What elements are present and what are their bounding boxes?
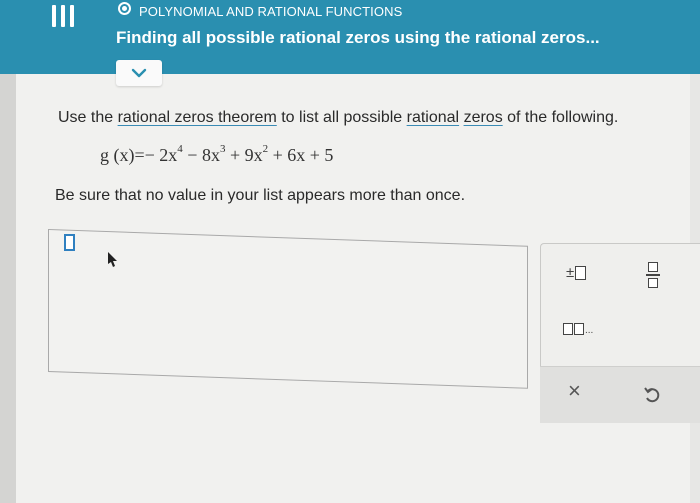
- undo-key[interactable]: [642, 385, 662, 405]
- clear-key[interactable]: ×: [568, 378, 581, 404]
- zeros-link[interactable]: zeros: [464, 109, 503, 126]
- list-key[interactable]: ...: [563, 323, 593, 336]
- rational-zeros-theorem-link[interactable]: rational zeros theorem: [118, 109, 277, 126]
- expand-title-button[interactable]: [116, 60, 162, 86]
- uniqueness-note: Be sure that no value in your list appea…: [55, 187, 466, 204]
- left-strip: [0, 74, 16, 503]
- answer-input-box[interactable]: [48, 229, 528, 389]
- rational-link[interactable]: rational: [407, 109, 459, 126]
- chevron-down-icon: [131, 68, 147, 78]
- mouse-cursor-icon: [108, 252, 117, 267]
- question-instruction: Use the rational zeros theorem to list a…: [58, 109, 619, 126]
- hamburger-menu-icon[interactable]: [52, 5, 74, 29]
- topic-label: POLYNOMIAL AND RATIONAL FUNCTIONS: [139, 4, 403, 19]
- plus-minus-key[interactable]: ±: [566, 264, 587, 281]
- topic-status-icon: [118, 2, 131, 15]
- fraction-key[interactable]: [646, 262, 660, 288]
- page-title: Finding all possible rational zeros usin…: [116, 28, 600, 47]
- answer-slot[interactable]: [64, 234, 75, 251]
- header-bar: POLYNOMIAL AND RATIONAL FUNCTIONS Findin…: [0, 0, 700, 74]
- keypad-footer: [540, 366, 700, 423]
- polynomial-equation: g (x)=− 2x4 − 8x3 + 9x2 + 6x + 5: [100, 143, 334, 165]
